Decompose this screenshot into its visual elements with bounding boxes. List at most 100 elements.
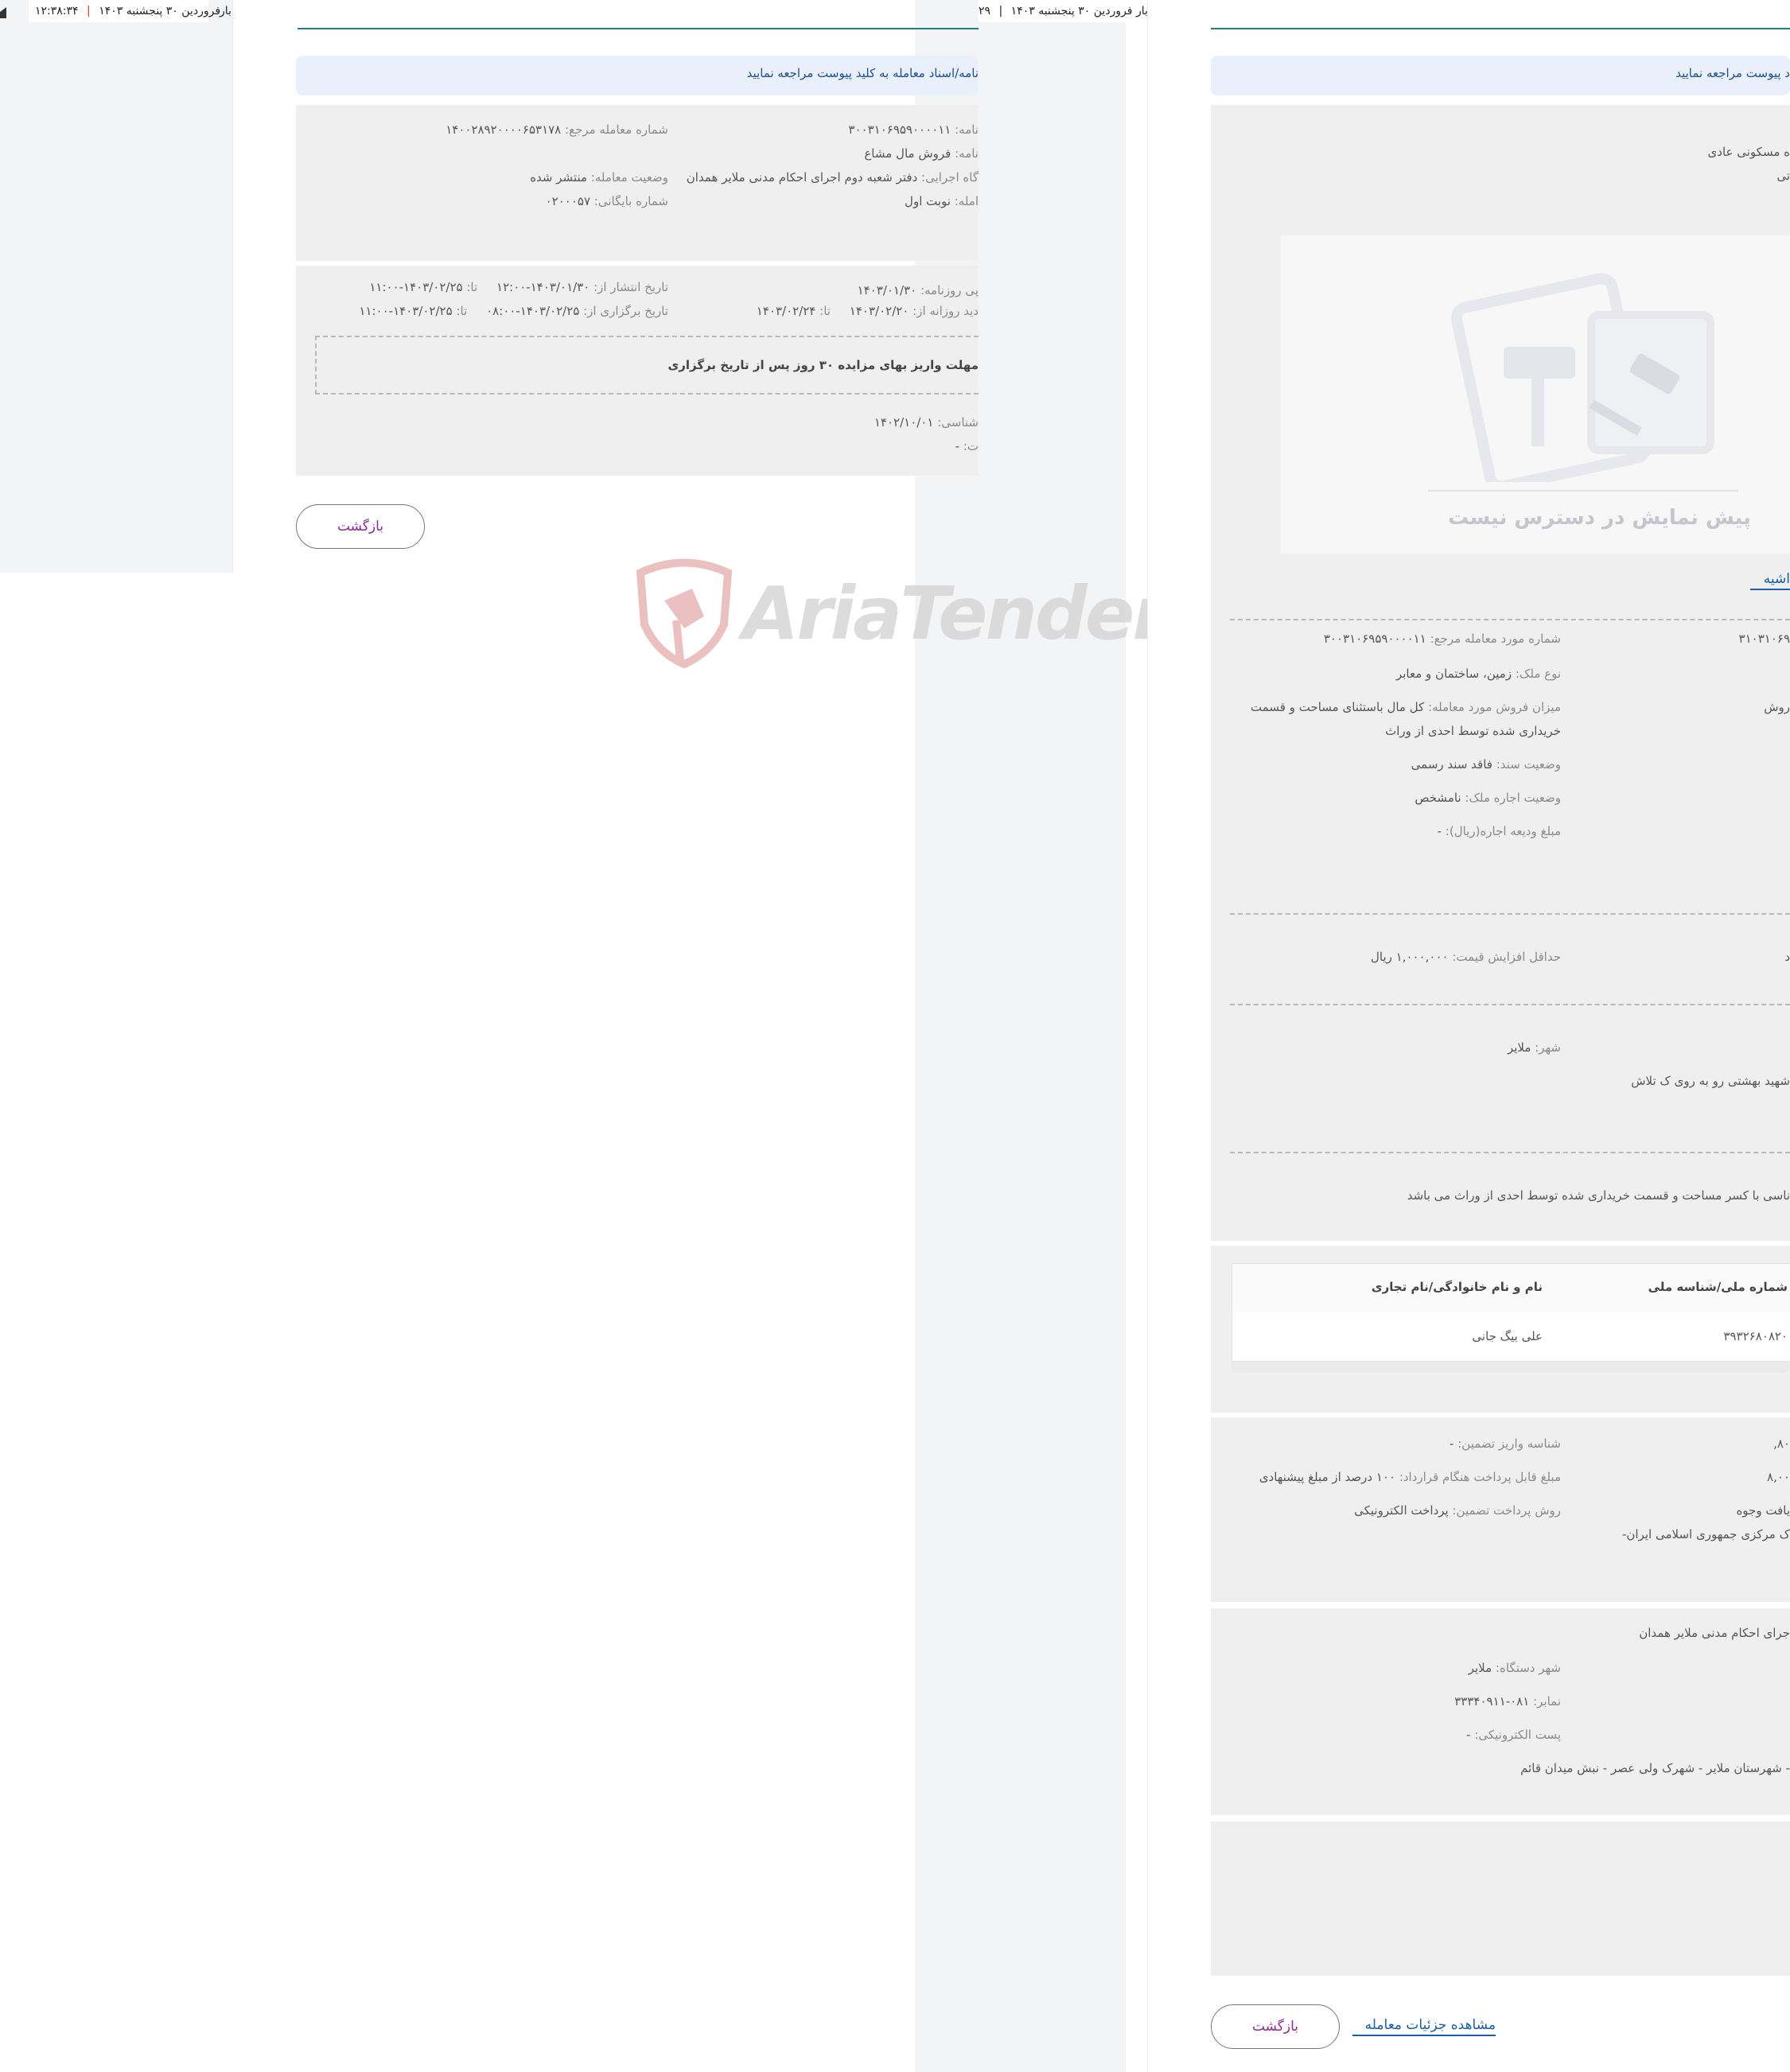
watermark: AriaTender.neT: [632, 557, 1328, 668]
section-divider-3: [1230, 1004, 1790, 1005]
panel1-separator: |: [87, 5, 91, 17]
publish-range: تاریخ انتشار از: ۱۴۰۳/۰۱/۳۰-۱۲:۰۰ تا: ۱۴…: [350, 280, 668, 294]
deal-details-link[interactable]: مشاهده جزئیات معامله: [1352, 2017, 1496, 2036]
panel1-date: فروردین ۳۰ پنجشنبه ۱۴۰۳: [99, 5, 221, 17]
section3-city-value: ملایر: [1507, 1040, 1531, 1055]
section2-right-cut: د: [1784, 950, 1790, 964]
round-label: امله:: [954, 194, 979, 208]
panel3-back-button[interactable]: بازگشت: [1211, 2004, 1340, 2049]
section3-address: شهید بهشتی رو به روی ک تلاش: [1631, 1074, 1790, 1088]
preview-text: پیش نمایش در دسترس نیست: [1448, 506, 1752, 530]
letter-number-value: ۳۰۰۳۱۰۶۹۵۹۰۰۰۰۱۱: [848, 122, 951, 137]
contract-payment-label: مبلغ قابل پرداخت هنگام قرارداد:: [1399, 1470, 1561, 1484]
section1-deposit-value: -: [1437, 824, 1442, 838]
min-increase-value: ۱,۰۰۰,۰۰۰ ریال: [1371, 950, 1449, 964]
panel1-time: ۱۲:۳۸:۳۴: [35, 5, 79, 17]
archive-value: ۰۲۰۰۰۵۷: [545, 194, 591, 208]
letter-title-label: نامه:: [955, 146, 979, 161]
section1-sale-right: روش: [1764, 700, 1790, 714]
hold-from-value: ۱۴۰۳/۰۲/۲۵-۰۸:۰۰: [486, 304, 580, 318]
payment-method-value: پرداخت الکترونیکی: [1354, 1503, 1449, 1518]
other-value: -: [955, 439, 960, 453]
paper-date: پی روزنامه: ۱۴۰۳/۰۱/۳۰: [716, 283, 979, 297]
contract-payment: مبلغ قابل پرداخت هنگام قرارداد: ۱۰۰ درصد…: [1241, 1470, 1561, 1484]
section1-sale: میزان فروش مورد معامله: کل مال باستثنای …: [1241, 700, 1561, 714]
org-label: گاه اجرایی:: [921, 170, 979, 185]
org-value: دفتر شعبه دوم اجرای احکام مدنی ملایر همد…: [686, 170, 918, 185]
panel3-top-line-1: ه مسکونی عادی: [1707, 145, 1790, 159]
panel2-ref-number: شماره معامله مرجع: ۱۴۰۰۲۸۹۲۰۰۰۰۶۵۳۱۷۸: [414, 122, 668, 137]
panel2-header-line: [298, 28, 979, 29]
owners-table: شماره ملی/شناسه ملی نام و نام خانوادگی/ن…: [1232, 1263, 1790, 1362]
owners-header-id: شماره ملی/شناسه ملی: [1648, 1280, 1788, 1294]
panel2-datetime: ۲۹ | فروردین ۳۰ پنجشنبه ۱۴۰۳: [979, 5, 1133, 17]
other-label: ت:: [963, 439, 979, 453]
paper-date-value: ۱۴۰۳/۰۱/۳۰: [857, 283, 917, 297]
payment-right-4: ک مرکزی جمهوری اسلامی ایران-: [1622, 1527, 1790, 1541]
expert-date-value: ۱۴۰۲/۱۰/۰۱: [874, 415, 934, 430]
letter-title-value: فروش مال مشاع: [864, 146, 951, 161]
visit-range: دید روزانه از: ۱۴۰۳/۰۲/۲۰ تا: ۱۴۰۳/۰۲/۲۴: [716, 304, 979, 318]
panel3-notice-text: د پیوست مراجعه نمایید: [1675, 66, 1790, 80]
panel2-org: گاه اجرایی: دفتر شعبه دوم اجرای احکام مد…: [684, 170, 979, 185]
archive-label: شماره بایگانی:: [593, 194, 668, 208]
publish-from-label: تاریخ انتشار از:: [593, 280, 668, 294]
panel3-notice: د پیوست مراجعه نمایید: [1211, 56, 1790, 95]
panel2-status: وضعیت معامله: منتشر شده: [414, 170, 668, 185]
panel2-separator: |: [998, 5, 1003, 17]
letter-number-label: نامه:: [955, 122, 979, 137]
home-icon[interactable]: [0, 6, 8, 18]
panel2-date: فروردین ۳۰ پنجشنبه ۱۴۰۳: [1010, 5, 1133, 17]
publish-to-label: تا:: [466, 280, 478, 294]
org-name: جرای احکام مدنی ملایر همدان: [1639, 1626, 1790, 1640]
payment-right-1: ۸۰,: [1773, 1436, 1790, 1451]
section1-type-value: زمین، ساختمان و معابر: [1395, 667, 1512, 681]
org-email-label: پست الکترونیکی:: [1474, 1728, 1561, 1742]
visit-from-value: ۱۴۰۳/۰۲/۲۰: [849, 304, 909, 318]
visit-to-value: ۱۴۰۳/۰۲/۲۴: [756, 304, 816, 318]
expert-date-label: شناسی:: [937, 415, 979, 430]
deposit-id-label: شناسه واریز تضمین:: [1457, 1436, 1561, 1451]
owners-header-name: نام و نام خانوادگی/نام تجاری: [1371, 1280, 1543, 1294]
round-value: نوبت اول: [905, 194, 951, 208]
watermark-logo-icon: [636, 558, 733, 668]
section1-deed-value: فاقد سند رسمی: [1411, 757, 1492, 772]
hold-range: تاریخ برگزاری از: ۱۴۰۳/۰۲/۲۵-۰۸:۰۰ تا: ۱…: [342, 304, 668, 318]
tab-hashieh[interactable]: اشیه: [1750, 571, 1790, 590]
min-increase-label: حداقل افزایش قیمت:: [1452, 950, 1561, 964]
section1-deposit: مبلغ ودیعه اجاره(ریال): -: [1241, 824, 1561, 838]
section1-lease: وضعیت اجاره ملک: نامشخص: [1241, 791, 1561, 805]
panel2-back-button[interactable]: بازگشت: [296, 504, 425, 549]
section1-ref-value: ۳۰۰۳۱۰۶۹۵۹۰۰۰۰۱۱: [1323, 632, 1426, 646]
gavel-document-icon: [1450, 273, 1714, 482]
table-row: ۳۹۳۲۶۸۰۸۲۰ علی بیگ جانی: [1232, 1312, 1790, 1361]
panel3-header-line: [1211, 28, 1790, 29]
deposit-id-value: -: [1450, 1436, 1454, 1451]
section1-deed-label: وضعیت سند:: [1496, 757, 1561, 772]
panel2-notice-text: نامه/اسناد معامله به کلید پیوست مراجعه ن…: [746, 66, 979, 80]
owners-table-scrollbar[interactable]: [1232, 1362, 1790, 1373]
section1-type-label: نوع ملک:: [1515, 667, 1561, 681]
panel2-round: امله: نوبت اول: [716, 194, 979, 208]
org-fax-value: ۰۸۱-۳۳۳۴۰۹۱۱: [1454, 1694, 1530, 1709]
section1-lease-value: نامشخص: [1414, 791, 1461, 805]
panel2-notice: نامه/اسناد معامله به کلید پیوست مراجعه ن…: [296, 56, 979, 95]
section3-city: شهر: ملایر: [1241, 1040, 1561, 1055]
org-address: - شهرستان ملایر - شهرک ولی عصر - نبش مید…: [1520, 1761, 1790, 1775]
contract-payment-value: ۱۰۰ درصد از مبلغ پیشنهادی: [1259, 1470, 1396, 1484]
status-value: منتشر شده: [530, 170, 588, 185]
section1-type: نوع ملک: زمین، ساختمان و معابر: [1241, 667, 1561, 681]
payment-right-2: ۸,۰۰: [1767, 1470, 1790, 1484]
payment-right-3: یافت وجوه: [1736, 1503, 1790, 1518]
preview-line: [1428, 490, 1738, 492]
deposit-id: شناسه واریز تضمین: -: [1241, 1436, 1561, 1451]
owner-name-cell: علی بیگ جانی: [1472, 1329, 1543, 1343]
panel2-letter-title: نامه: فروش مال مشاع: [716, 146, 979, 161]
status-label: وضعیت معامله:: [590, 170, 668, 185]
paper-date-label: پی روزنامه:: [920, 283, 979, 297]
org-fax-label: نمابر:: [1533, 1694, 1561, 1709]
section1-sale-value-2: خریداری شده توسط احدی از وراث: [1385, 724, 1561, 738]
panel1-background: [0, 0, 232, 573]
section-divider-2: [1230, 913, 1790, 915]
section1-deposit-label: مبلغ ودیعه اجاره(ریال):: [1445, 824, 1561, 838]
